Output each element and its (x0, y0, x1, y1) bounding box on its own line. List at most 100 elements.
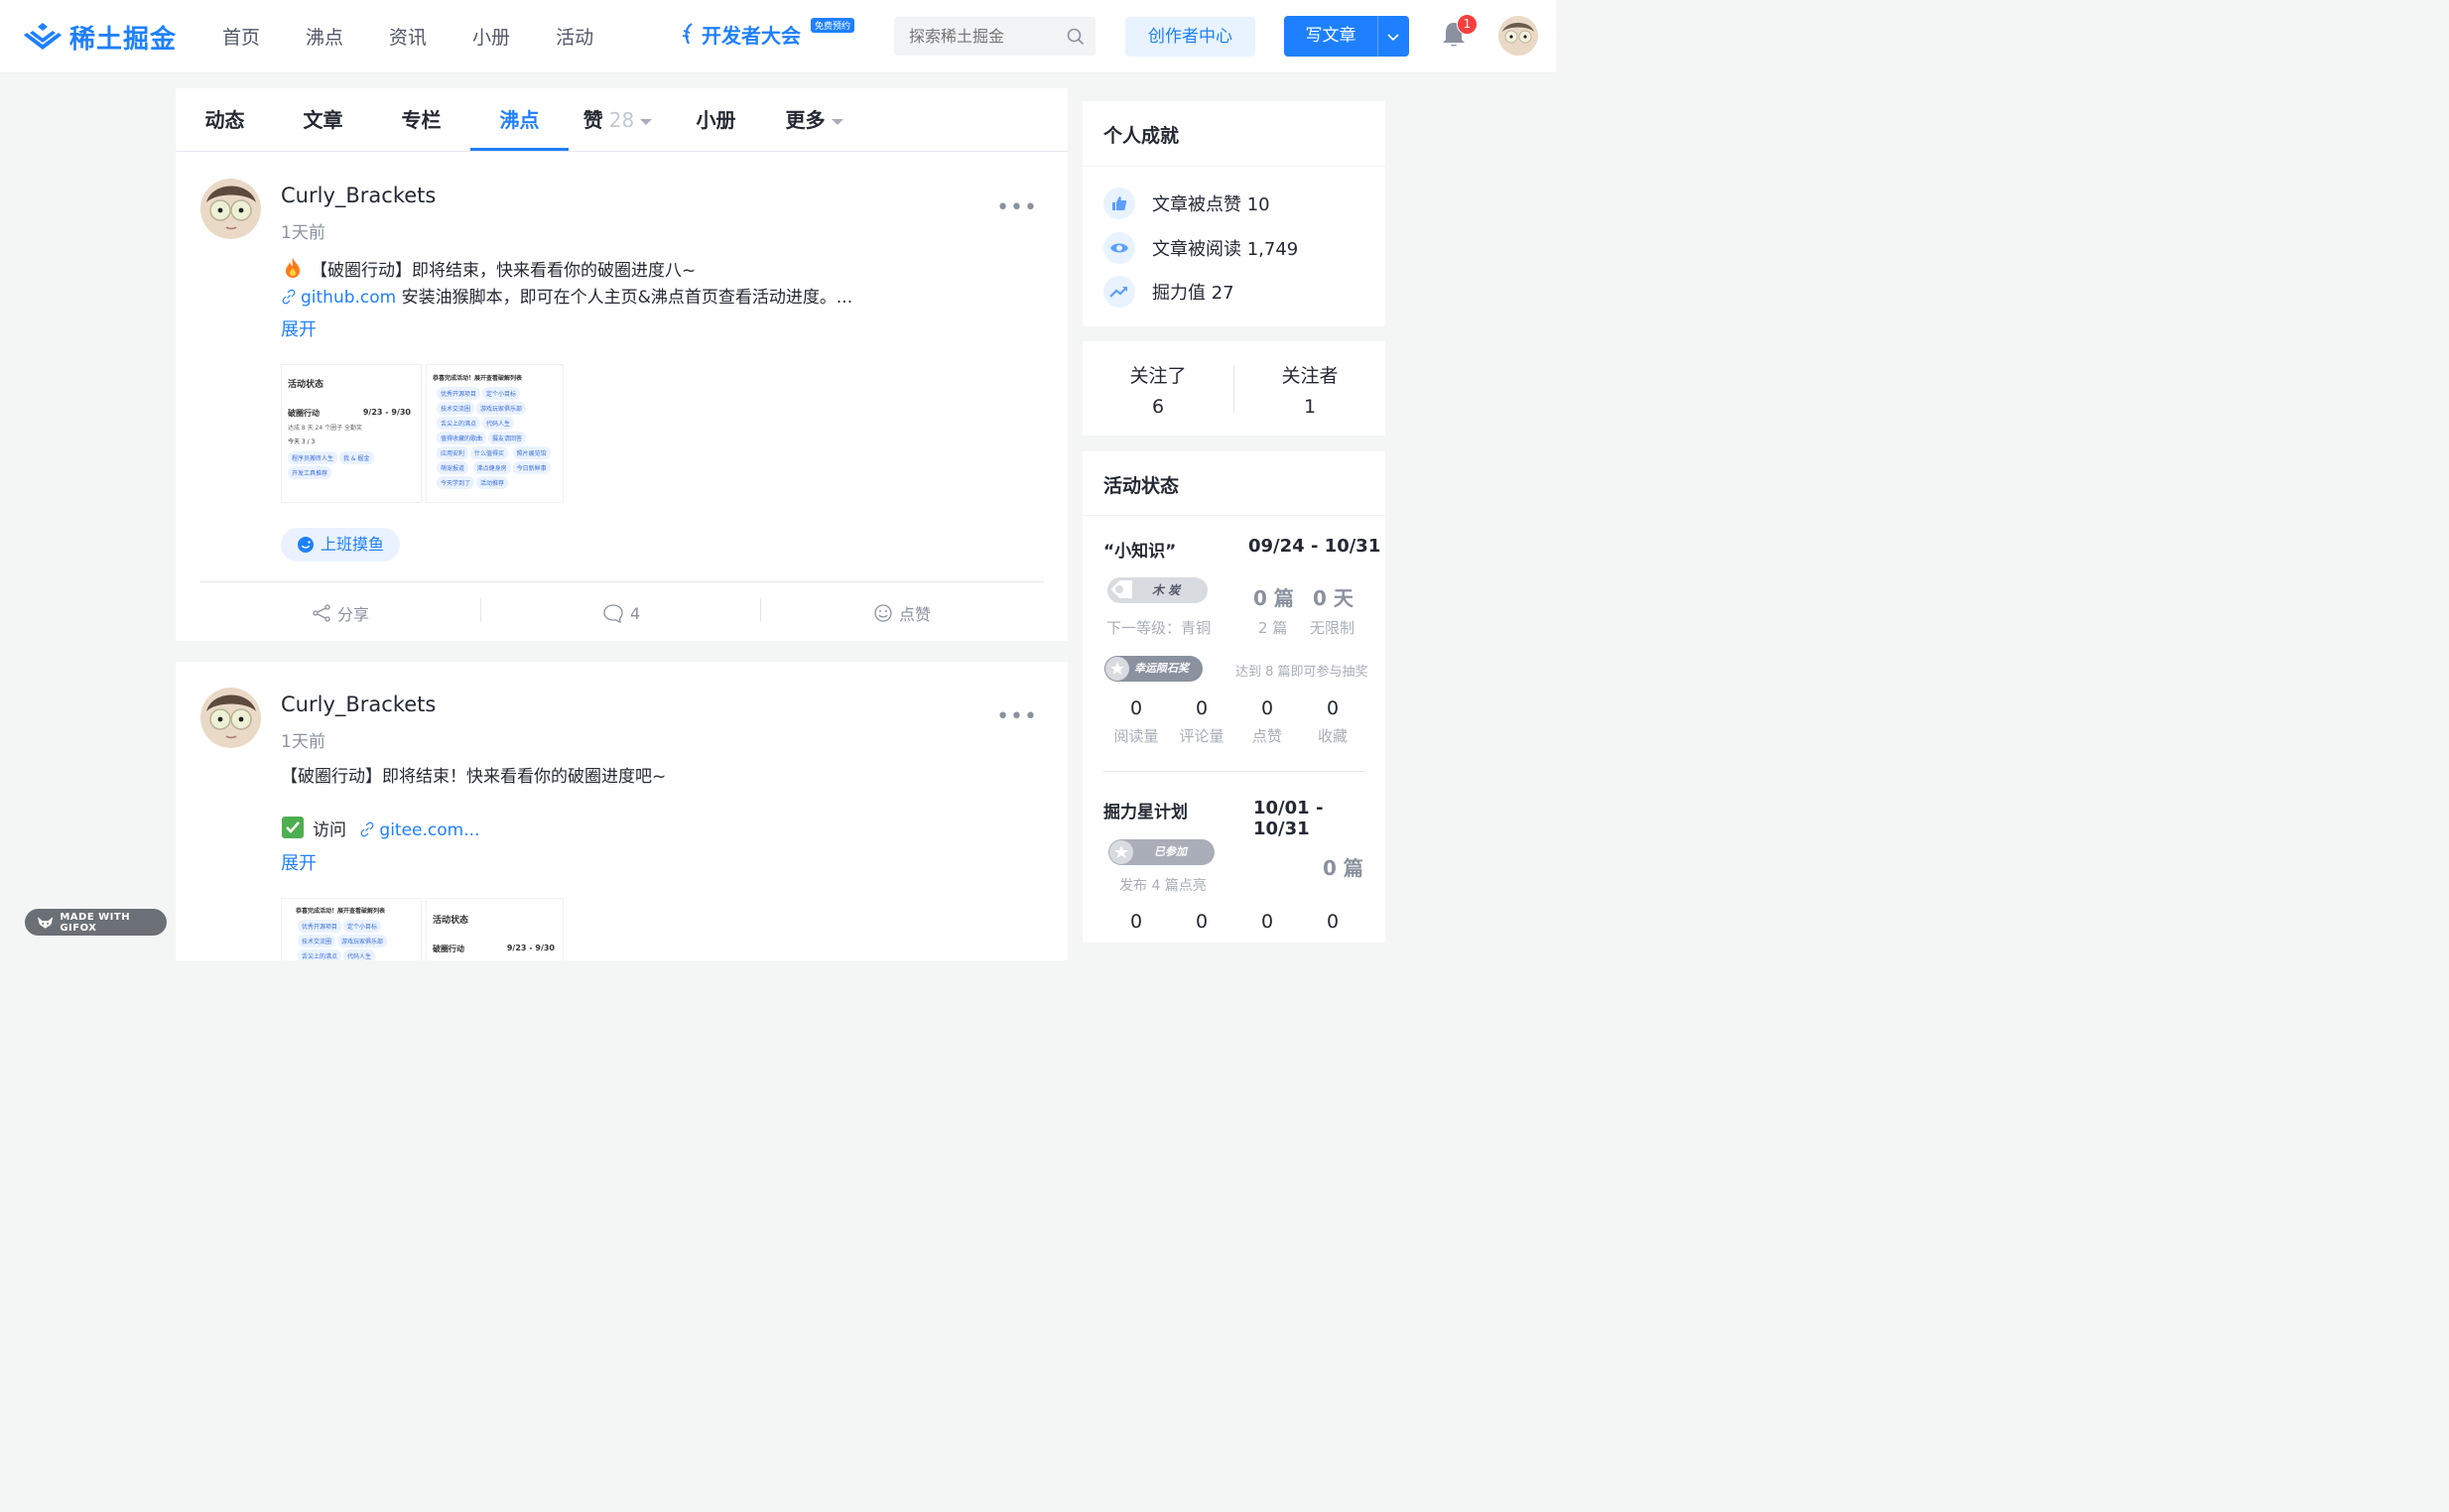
caret-down-icon (831, 118, 843, 125)
chevron-down-icon[interactable] (1384, 28, 1402, 46)
like-icon (874, 604, 892, 622)
nav-news[interactable]: 资讯 (389, 24, 427, 52)
thumb-chip: 什么值得买 (470, 446, 509, 459)
write-article-button[interactable]: 写文章 (1284, 16, 1377, 57)
stat-label: 阅读量 (1113, 727, 1159, 745)
topic-tag[interactable]: 上班摸鱼 (281, 528, 401, 562)
tab-likes-label: 赞 (582, 108, 603, 132)
thumb-chip: 游戏玩家俱乐部 (476, 402, 527, 415)
action-separator (760, 598, 761, 622)
post-image-thumbnail[interactable]: 活动状态 破圈行动 9/23 - 9/30 (426, 898, 564, 960)
day-requirement: 无限制 (1310, 619, 1355, 637)
stat-label: 收藏 (1317, 727, 1348, 745)
like-label: 点赞 (899, 605, 932, 624)
more-options-icon[interactable]: ••• (996, 195, 1038, 220)
visit-text: 访问 (313, 820, 346, 840)
post-link[interactable]: gitee.com... (379, 820, 479, 840)
event-dates: 10/01 - 10/31 (1253, 798, 1324, 839)
post-image-thumbnail[interactable]: 活动状态 破圈行动 9/23 - 9/30 达成 8 天 24 个圈子 全勤奖 … (281, 364, 422, 503)
post-line-1: 【破圈行动】即将结束，快来看看你的破圈进度八~ (281, 256, 852, 285)
creator-center-button[interactable]: 创作者中心 (1125, 17, 1255, 57)
conference-badge: 免费预约 (811, 18, 855, 33)
post-image-thumbnail[interactable]: 恭喜完成活动！展开查看破解列表 优秀开源项目 定个小目标 技术交流圈 游戏玩家俱乐部… (426, 364, 564, 503)
thumb-title: 恭喜完成活动！展开查看破解列表 (296, 908, 386, 915)
event-name: 掘力星计划 (1103, 803, 1188, 822)
post-image-thumbnail[interactable]: 恭喜完成活动！展开查看破解列表 优秀开源项目 定个小目标 技术交流圈 游戏玩家俱乐部… (281, 898, 422, 960)
stat-value: 0 (1260, 911, 1274, 933)
tab-activity[interactable]: 动态 (176, 88, 274, 152)
thumb-chip: 舌尖上的沸点 (298, 949, 342, 960)
tab-articles[interactable]: 文章 (274, 88, 372, 152)
post-link[interactable]: github.com (301, 288, 396, 308)
trend-up-icon (1103, 276, 1135, 308)
thumb-chip: 定个小目标 (343, 920, 382, 933)
thumb-event-row: 破圈行动 9/23 - 9/30 (433, 944, 555, 954)
like-button[interactable]: 点赞 (873, 593, 931, 633)
juejin-logo[interactable]: 稀土掘金 (24, 20, 178, 55)
fox-icon (37, 916, 54, 929)
post-line-2-text: 安装油猴脚本，即可在个人主页&沸点首页查看活动进度。... (396, 288, 853, 308)
achievement-views-text: 文章被阅读 1,749 (1152, 239, 1299, 260)
post-author-name[interactable]: Curly_Brackets (281, 693, 436, 716)
article-count: 0 篇 (1253, 586, 1294, 610)
diamond-icon (1107, 578, 1134, 600)
post-author-avatar[interactable] (200, 179, 261, 239)
caret-down-icon (640, 118, 653, 125)
thumb-dates: 9/23 - 9/30 (506, 944, 555, 952)
notification-badge: 1 (1457, 14, 1478, 35)
post-line-1: 【破圈行动】即将结束！快来看看你的破圈进度吧~ (281, 767, 667, 787)
search-icon[interactable] (1066, 27, 1086, 47)
eye-icon (1103, 232, 1135, 264)
comment-icon (603, 604, 623, 623)
thumb-chip: 游戏玩家俱乐部 (337, 935, 388, 947)
tab-columns[interactable]: 专栏 (372, 88, 470, 152)
thumb-chip: 应用安利 (437, 446, 469, 459)
post-line-1-text: 【破圈行动】即将结束，快来看看你的破圈进度八~ (311, 261, 697, 281)
tab-pins[interactable]: 沸点 (470, 88, 569, 152)
developer-conference-link[interactable]: 开发者大会 免费预约 (680, 18, 855, 49)
more-options-icon[interactable]: ••• (996, 704, 1038, 729)
comment-button[interactable]: 4 (602, 593, 640, 633)
achievement-likes: 文章被点赞 10 (1103, 188, 1270, 219)
share-button[interactable]: 分享 (312, 593, 369, 633)
thumb-event: 破圈行动 (288, 409, 320, 418)
thumb-progress: 达成 8 天 24 个圈子 全勤奖 (288, 425, 362, 432)
search-input[interactable] (894, 17, 1053, 56)
expand-link[interactable]: 展开 (281, 849, 317, 875)
followers-stat[interactable]: 关注者 1 (1234, 341, 1385, 418)
post-line-2: github.com 安装油猴脚本，即可在个人主页&沸点首页查看活动进度。... (281, 285, 852, 312)
thumb-chip: 优秀开源项目 (298, 920, 342, 933)
user-avatar[interactable] (1498, 16, 1538, 56)
tab-likes[interactable]: 赞 28 (569, 88, 667, 152)
following-stat[interactable]: 关注了 6 (1083, 341, 1233, 418)
expand-link[interactable]: 展开 (281, 315, 317, 341)
comment-count: 4 (630, 603, 641, 623)
activity-status-card: 活动状态 “小知识” 09/24 - 10/31 木 炭 0 篇 0 天 下一等… (1083, 451, 1385, 943)
thumb-chip: 程序员搬砖人生 (288, 451, 338, 464)
star-icon (1109, 840, 1133, 864)
thumb-today: 今天 3 / 3 (288, 439, 316, 445)
post-time: 1天前 (281, 732, 325, 752)
post-author-avatar[interactable] (200, 688, 261, 748)
nav-home[interactable]: 首页 (222, 24, 260, 52)
post-author-name[interactable]: Curly_Brackets (281, 184, 436, 207)
thumb-chip: 我 & 掘金 (339, 451, 374, 464)
avatar-image (200, 179, 261, 239)
tab-likes-count: 28 (608, 108, 635, 132)
stat-value: 0 (1326, 697, 1340, 719)
nav-books[interactable]: 小册 (472, 24, 510, 52)
tab-books[interactable]: 小册 (667, 88, 765, 152)
stat-value: 0 (1129, 697, 1143, 719)
stat-value: 0 (1129, 911, 1143, 933)
tab-more[interactable]: 更多 (765, 88, 863, 152)
active-tab-indicator (470, 148, 569, 151)
top-navbar: 稀土掘金 首页 沸点 资讯 小册 活动 开发者大会 免费预约 创作者中心 写文章 (0, 0, 1556, 73)
stat-value: 0 (1326, 911, 1340, 933)
avatar-image (200, 688, 261, 748)
stat-label: 点赞 (1251, 727, 1282, 745)
nav-pins[interactable]: 沸点 (306, 24, 343, 52)
write-button-divider (1377, 16, 1378, 57)
check-mark-icon (282, 817, 304, 838)
nav-events[interactable]: 活动 (556, 24, 593, 52)
logo-text: 稀土掘金 (69, 24, 178, 55)
